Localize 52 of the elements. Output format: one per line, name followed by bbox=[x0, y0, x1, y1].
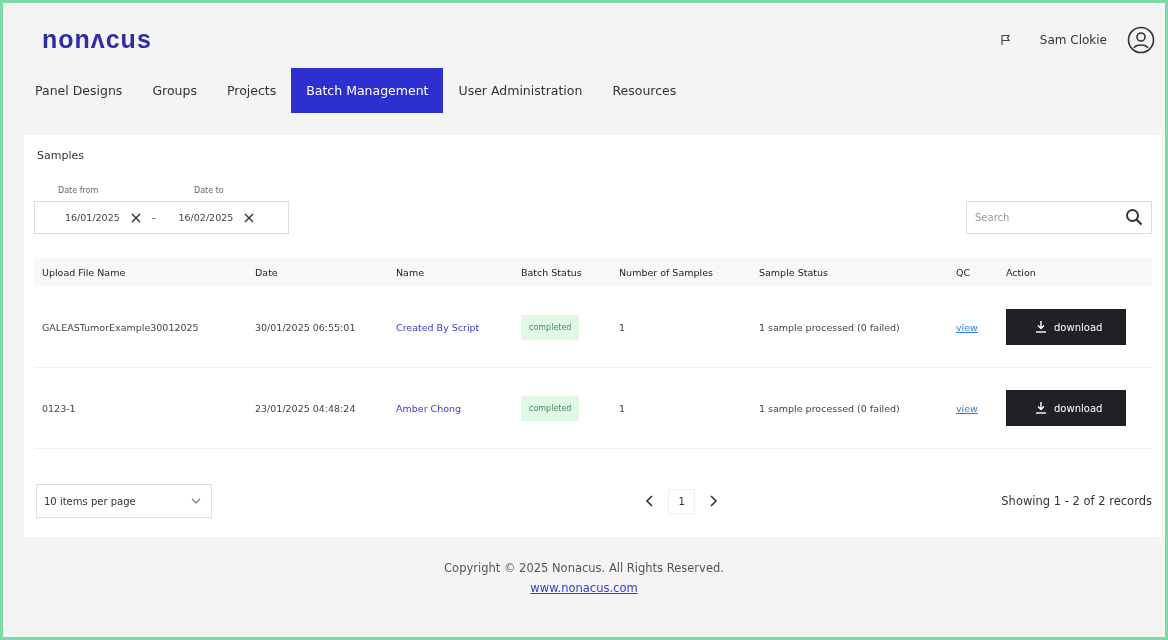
column-header: QC bbox=[956, 266, 972, 278]
nav-tab[interactable]: Projects bbox=[211, 68, 292, 113]
download-icon bbox=[1036, 321, 1046, 333]
column-header: Action bbox=[1006, 266, 1037, 278]
view-link[interactable]: view bbox=[956, 321, 978, 333]
nav-tab[interactable]: User Administration bbox=[443, 68, 598, 113]
table-cell-text: 1 bbox=[619, 321, 627, 333]
view-link[interactable]: view bbox=[956, 402, 978, 414]
column-header: Date bbox=[255, 266, 279, 278]
table-cell-text: GALEASTumorExample30012025 bbox=[42, 321, 200, 333]
table-cell-text: 23/01/2025 04:48:24 bbox=[255, 402, 357, 414]
page-number[interactable]: 1 bbox=[668, 488, 695, 514]
column-header: Number of Samples bbox=[619, 266, 714, 278]
column-header: Batch Status bbox=[521, 266, 583, 278]
download-button[interactable]: download bbox=[1006, 390, 1127, 426]
name-link[interactable]: Amber Chong bbox=[396, 402, 462, 414]
column-header: Upload File Name bbox=[42, 266, 127, 278]
page-size-dropdown[interactable]: 10 items per page bbox=[36, 484, 212, 518]
records-summary: Showing 1 - 2 of 2 records bbox=[1001, 494, 1152, 508]
copyright-text: Copyright © 2025 Nonacus. All Rights Reserved. bbox=[444, 561, 724, 575]
nav-tab[interactable]: Panel Designs bbox=[27, 68, 138, 113]
section-title: Samples bbox=[37, 149, 85, 162]
name-link[interactable]: Created By Script bbox=[396, 321, 480, 333]
table-cell-text: 1 sample processed (0 failed) bbox=[759, 402, 901, 414]
table-cell-text: 1 sample processed (0 failed) bbox=[759, 321, 901, 333]
search-field[interactable]: Search bbox=[966, 201, 1152, 234]
user-name[interactable]: Sam Clokie bbox=[1039, 32, 1107, 47]
user-avatar-icon[interactable] bbox=[1127, 25, 1155, 54]
column-header: Sample Status bbox=[759, 266, 829, 278]
column-header: Name bbox=[396, 266, 426, 278]
clear-icon[interactable] bbox=[243, 211, 256, 224]
logo[interactable]: nonʌcus bbox=[42, 25, 152, 54]
table-cell-text: 1 bbox=[619, 402, 627, 414]
nav-tab[interactable]: Groups bbox=[137, 68, 212, 113]
field-label: Date from bbox=[58, 186, 100, 195]
flag-icon[interactable] bbox=[999, 33, 1012, 46]
status-badge: completed bbox=[521, 395, 580, 421]
download-button[interactable]: download bbox=[1006, 309, 1127, 345]
chevron-down-icon bbox=[191, 498, 201, 504]
date-range-field[interactable]: 16/01/2025 – 16/02/2025 bbox=[34, 201, 289, 234]
table-cell-text: 30/01/2025 06:55:01 bbox=[255, 321, 357, 333]
clear-icon[interactable] bbox=[129, 211, 142, 224]
nav-tab[interactable]: Resources bbox=[597, 68, 692, 113]
chevron-left-icon[interactable] bbox=[645, 495, 654, 507]
status-badge: completed bbox=[521, 314, 580, 340]
download-icon bbox=[1036, 402, 1046, 414]
chevron-right-icon[interactable] bbox=[709, 495, 718, 507]
nav-tab[interactable]: Batch Management bbox=[291, 68, 444, 113]
search-icon[interactable] bbox=[1125, 208, 1143, 226]
website-link[interactable]: www.nonacus.com bbox=[530, 581, 638, 595]
field-label: Date to bbox=[194, 186, 225, 195]
table-cell-text: 0123-1 bbox=[42, 402, 77, 414]
